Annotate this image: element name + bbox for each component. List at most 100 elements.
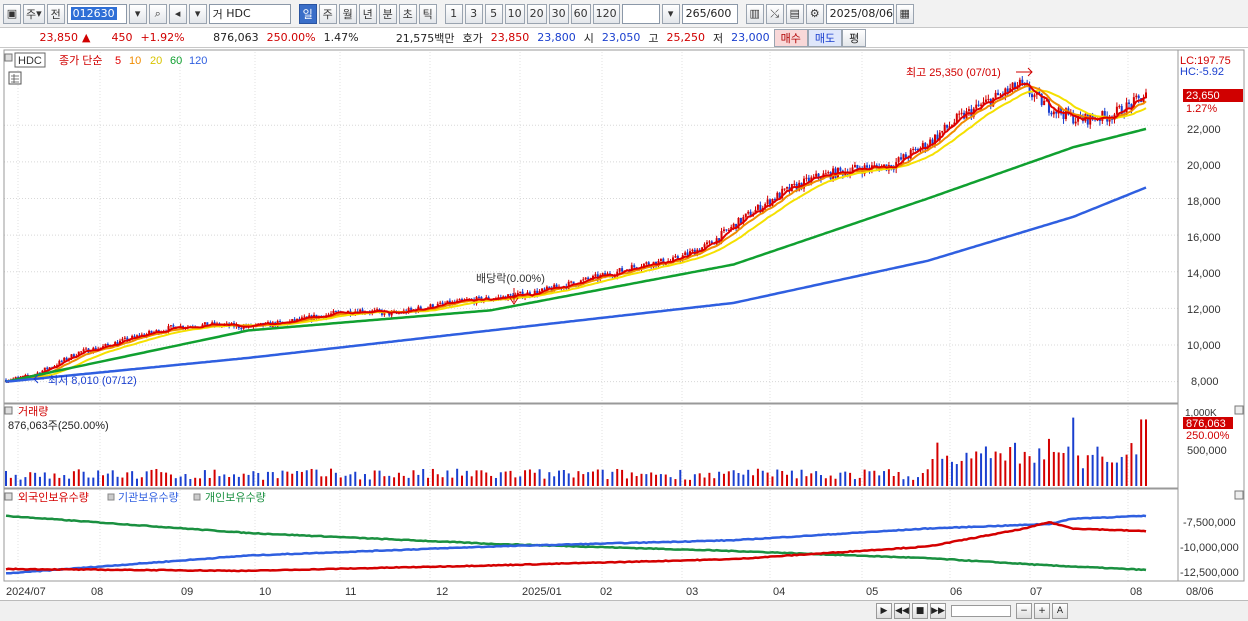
n-button-10[interactable]: 10 (504, 3, 525, 24)
current-price-tag: 23,650 (1186, 90, 1220, 102)
scroll-track[interactable] (951, 605, 1011, 617)
n-button-20[interactable]: 20 (526, 3, 547, 24)
fast-forward-icon[interactable]: ▶▶ (930, 603, 946, 619)
candle-body (897, 157, 900, 163)
volume-bar (24, 477, 27, 486)
stop-icon[interactable]: ■ (912, 603, 928, 619)
n-button-3[interactable]: 3 (464, 3, 483, 24)
y-tick: 20,000 (1187, 160, 1221, 172)
interval-minute[interactable]: 분 (378, 3, 397, 24)
panel-handle-icon[interactable] (4, 53, 13, 62)
candle-body (674, 256, 677, 258)
prev-button[interactable]: 전 (46, 3, 65, 24)
price-change-pct: +1.92% (140, 31, 185, 44)
interval-second[interactable]: 초 (398, 3, 417, 24)
volume-bar (1125, 454, 1128, 486)
holder-handle-icon[interactable] (4, 492, 13, 501)
volume-bar (199, 478, 202, 486)
candle-body (914, 148, 917, 150)
ma-legend-60[interactable]: 60 (170, 55, 182, 67)
volume-bar (509, 470, 512, 486)
zoom-in-icon[interactable]: + (1034, 603, 1050, 619)
stock-name-field[interactable]: 거 HDC (208, 3, 291, 24)
x-tick: 2025/01 (522, 586, 562, 598)
panel-tag[interactable]: HDC (18, 55, 42, 67)
rewind-icon[interactable]: ◀◀ (894, 603, 910, 619)
n-button-120[interactable]: 120 (592, 3, 620, 24)
volume-bar (179, 476, 182, 486)
n-button-60[interactable]: 60 (570, 3, 591, 24)
code-dropdown-button[interactable]: ▾ (128, 3, 147, 24)
gear-icon[interactable]: ⚙ (805, 3, 824, 24)
holder-close-icon[interactable] (1234, 490, 1244, 500)
chart-area[interactable]: HDC 종가 단순 5 10 20 60 120 LC:197.75 HC:-5… (0, 48, 1248, 600)
legend-foreign[interactable]: 외국인보유수량 (18, 491, 89, 504)
ma-legend-120[interactable]: 120 (189, 55, 207, 67)
chart-type-icon[interactable]: ▥ (745, 3, 764, 24)
volume-bar (965, 452, 968, 486)
candle-body (1006, 88, 1009, 92)
volume-handle-icon[interactable] (4, 406, 13, 415)
ma-legend-20[interactable]: 20 (150, 55, 162, 67)
candle-body (1128, 102, 1131, 104)
n-button-1[interactable]: 1 (444, 3, 463, 24)
name-dropdown-button[interactable]: ▾ (188, 3, 207, 24)
legend-individual[interactable]: 개인보유수량 (205, 491, 266, 504)
n-button-5[interactable]: 5 (484, 3, 503, 24)
candle-body (708, 241, 711, 243)
volume-bar (698, 473, 701, 486)
candle-body (543, 288, 546, 290)
interval-month[interactable]: 월 (338, 3, 357, 24)
n-button-30[interactable]: 30 (548, 3, 569, 24)
volume-bar (102, 475, 105, 486)
interval-year[interactable]: 년 (358, 3, 377, 24)
ma-legend-5[interactable]: 5 (115, 55, 121, 67)
custom-n-input[interactable] (621, 3, 660, 24)
date-input[interactable]: 2025/08/06 (825, 3, 894, 24)
candle-body (203, 322, 206, 325)
candle-body (866, 165, 869, 168)
search-icon[interactable]: ⌕ (148, 3, 167, 24)
sell-button[interactable]: 매도 (807, 28, 843, 47)
speaker-icon[interactable]: ◂ (168, 3, 187, 24)
calendar-icon[interactable]: ▦ (895, 3, 914, 24)
volume-bar (994, 451, 997, 486)
volume-bar (849, 472, 852, 486)
font-icon[interactable]: A (1052, 603, 1068, 619)
volume-bar (582, 474, 585, 486)
legend-institution[interactable]: 기관보유수량 (118, 491, 179, 504)
volume-title[interactable]: 거래량 (18, 405, 48, 418)
volume-bar (344, 475, 347, 486)
volume-bar (106, 473, 109, 486)
avg-button[interactable]: 평 (842, 28, 867, 47)
buy-button[interactable]: 매수 (773, 28, 808, 47)
zoom-out-icon[interactable]: − (1016, 603, 1032, 619)
candle-body (960, 112, 963, 114)
interval-day[interactable]: 일 (298, 3, 317, 24)
volume-bar (363, 474, 366, 486)
ma-legend-title[interactable]: 종가 단순 (59, 54, 103, 67)
volume-bar (703, 477, 706, 486)
save-icon[interactable]: ▤ (785, 3, 804, 24)
candle-body (1050, 112, 1053, 115)
ma-legend-10[interactable]: 10 (129, 55, 141, 67)
candle-body (1089, 114, 1092, 125)
volume-close-icon[interactable] (1234, 405, 1244, 415)
volume-bar (441, 477, 444, 486)
candle-body (815, 173, 818, 177)
interval-tick[interactable]: 틱 (418, 3, 437, 24)
window-icon[interactable]: ▣ (3, 3, 21, 24)
custom-n-dropdown[interactable]: ▾ (661, 3, 680, 24)
volume-bar (1130, 443, 1133, 486)
stock-code-input[interactable]: 012630 (66, 3, 127, 24)
candle-body (744, 213, 747, 218)
count-field[interactable]: 265/600 (681, 3, 738, 24)
compare-icon[interactable]: ⤯ (765, 3, 784, 24)
y-tick: -10,000,000 (1180, 542, 1239, 554)
volume-bar (1009, 447, 1012, 486)
interval-week[interactable]: 주 (318, 3, 337, 24)
volume-bar (266, 471, 269, 486)
period-select[interactable]: 주 ▾ (23, 3, 45, 24)
volume-bar (305, 470, 308, 486)
scroll-right-icon[interactable]: ▶ (876, 603, 892, 619)
